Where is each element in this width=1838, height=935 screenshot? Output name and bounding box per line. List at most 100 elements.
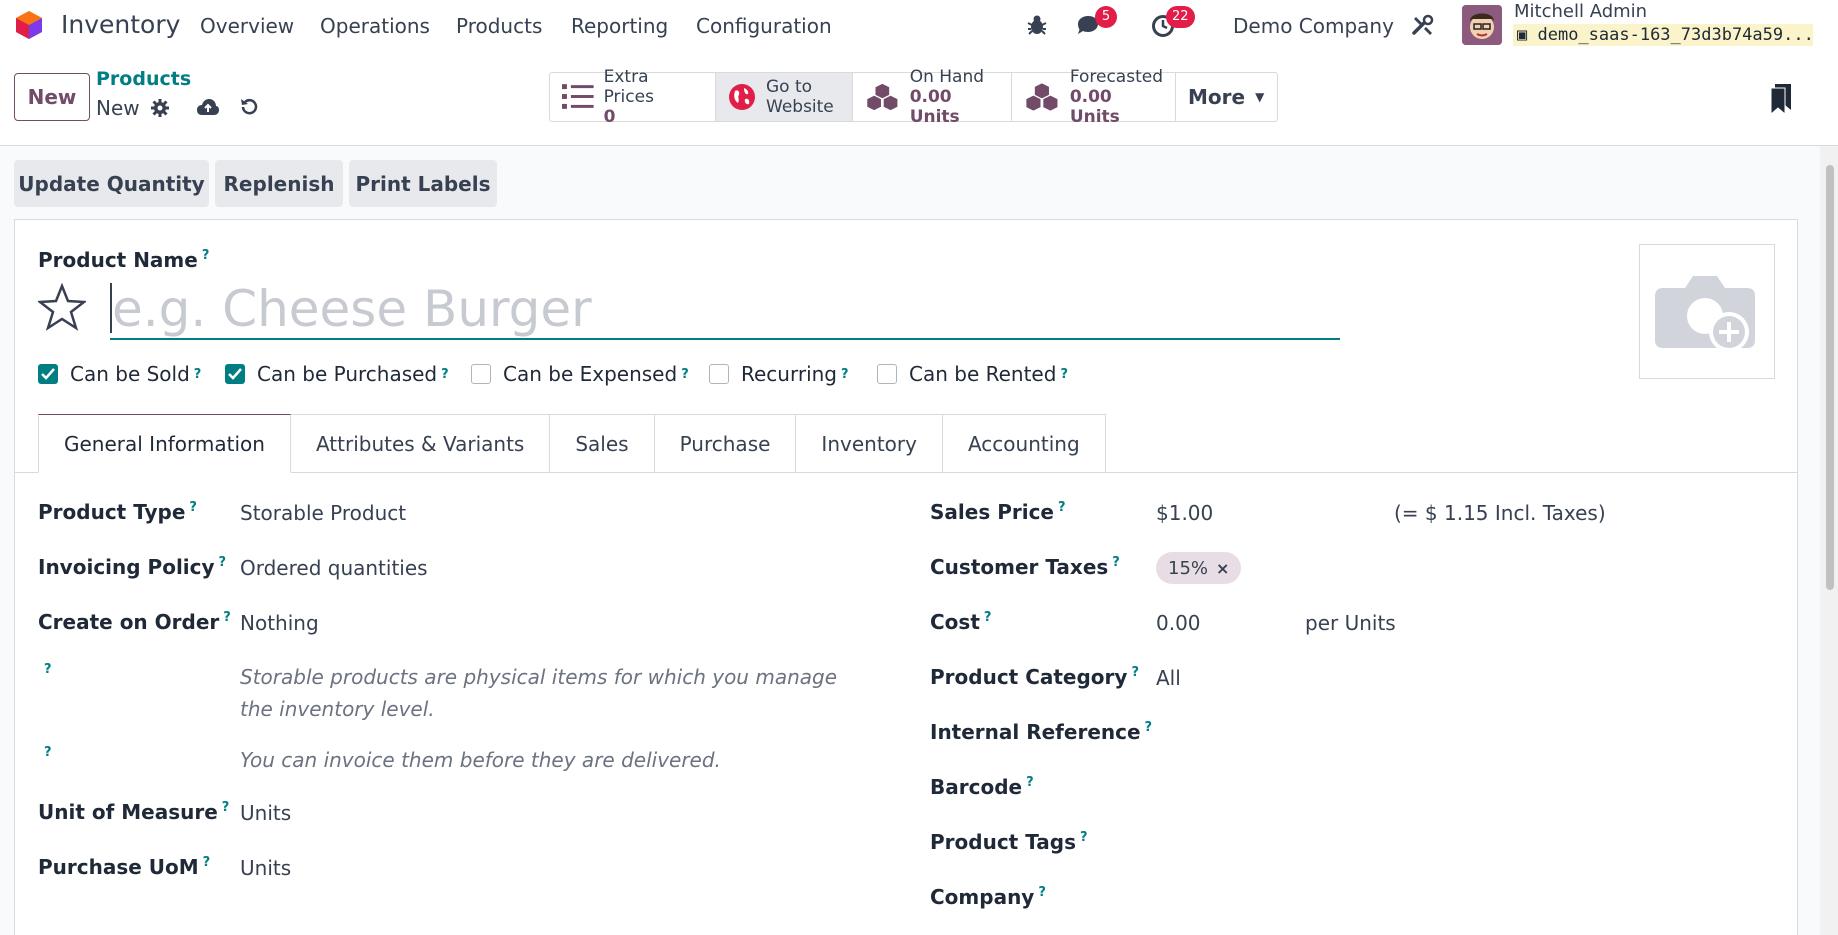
gear-icon[interactable] [151,99,169,117]
top-navbar: Inventory Overview Operations Products R… [0,0,1838,52]
inventory-app-icon[interactable] [13,9,45,41]
can-be-expensed-checkbox[interactable]: Can be Expensed? [471,362,689,386]
can-be-sold-checkbox[interactable]: Can be Sold? [38,362,201,386]
internal-reference-label-text: Internal Reference [930,720,1141,744]
help-icon[interactable]: ? [222,800,230,815]
breadcrumb-products[interactable]: Products [96,68,191,90]
scrollbar-thumb[interactable] [1826,165,1834,590]
create-on-order-field[interactable]: Nothing [240,611,319,635]
tab-general-information[interactable]: General Information [38,414,291,473]
checkbox-unchecked[interactable] [471,364,491,384]
new-record-button[interactable]: New [14,73,90,121]
unit-of-measure-field[interactable]: Units [240,801,291,825]
can-be-sold-label: Can be Sold [70,362,190,386]
product-image-upload[interactable] [1639,244,1775,379]
purchase-uom-field[interactable]: Units [240,856,291,880]
company-switcher[interactable]: Demo Company [1233,14,1394,38]
go-to-website-smart-button[interactable]: Go to Website [716,73,853,121]
extra-prices-value: 0 [603,107,616,127]
help-icon[interactable]: ? [841,367,849,382]
help-icon[interactable]: ? [1058,500,1066,515]
help-icon[interactable]: ? [189,500,197,515]
help-icon[interactable]: ? [223,610,231,625]
help-icon[interactable]: ? [44,745,52,760]
user-avatar[interactable] [1462,5,1502,45]
cubes-icon [866,82,899,112]
invoice-help-text: You can invoice them before they are del… [240,748,721,772]
on-hand-smart-button[interactable]: On Hand 0.00 Units [853,67,1012,127]
save-cloud-icon[interactable] [196,97,220,117]
forecasted-value: 0.00 Units [1069,87,1120,127]
print-labels-button[interactable]: Print Labels [349,160,497,207]
product-name-input[interactable] [110,280,1340,340]
database-icon: ▣ [1517,25,1538,45]
checkbox-unchecked[interactable] [877,364,897,384]
menu-overview[interactable]: Overview [200,14,294,38]
tab-purchase[interactable]: Purchase [654,414,797,473]
help-icon[interactable]: ? [984,610,992,625]
can-be-rented-checkbox[interactable]: Can be Rented? [877,362,1068,386]
update-quantity-button[interactable]: Update Quantity [14,160,209,207]
help-icon[interactable]: ? [1060,367,1068,382]
settings-tools-icon[interactable] [1411,14,1435,38]
checkbox-checked[interactable] [225,364,245,384]
more-dropdown-button[interactable]: More ▼ [1176,73,1277,121]
user-name[interactable]: Mitchell Admin [1514,1,1647,22]
internal-reference-label: Internal Reference? [930,720,1152,744]
app-name[interactable]: Inventory [61,10,180,39]
unit-of-measure-label-text: Unit of Measure [38,800,218,824]
recurring-checkbox[interactable]: Recurring? [709,362,849,386]
help-icon[interactable]: ? [1131,665,1139,680]
tab-sales[interactable]: Sales [550,414,655,473]
tab-inventory[interactable]: Inventory [796,414,943,473]
help-icon[interactable]: ? [1145,720,1153,735]
help-icon[interactable]: ? [1080,830,1088,845]
check-icon [41,368,55,380]
help-icon[interactable]: ? [1112,555,1120,570]
help-icon[interactable]: ? [1038,885,1046,900]
globe-icon [729,84,755,110]
bookmark-icon[interactable] [1771,84,1791,114]
create-on-order-label: Create on Order? [38,610,231,634]
sales-price-field[interactable]: $1.00 [1156,501,1213,525]
invoicing-policy-label: Invoicing Policy? [38,555,226,579]
help-icon[interactable]: ? [1026,775,1034,790]
checkbox-checked[interactable] [38,364,58,384]
forecasted-smart-button[interactable]: Forecasted 0.00 Units [1012,67,1176,127]
product-type-label: Product Type? [38,500,197,524]
customer-taxes-label-text: Customer Taxes [930,555,1109,579]
menu-configuration[interactable]: Configuration [696,14,832,38]
menu-operations[interactable]: Operations [320,14,430,38]
remove-tag-icon[interactable]: × [1216,559,1229,578]
product-name-label-text: Product Name [38,248,198,272]
extra-prices-smart-button[interactable]: Extra Prices 0 [550,67,716,127]
can-be-purchased-checkbox[interactable]: Can be Purchased? [225,362,449,386]
favorite-star-icon[interactable] [38,283,86,331]
caret-down-icon: ▼ [1255,90,1265,104]
invoicing-policy-label-text: Invoicing Policy [38,555,215,579]
product-type-field[interactable]: Storable Product [240,501,406,525]
replenish-button[interactable]: Replenish [215,160,343,207]
menu-reporting[interactable]: Reporting [571,14,668,38]
menu-products[interactable]: Products [456,14,542,38]
help-icon[interactable]: ? [219,555,227,570]
tab-attributes-variants[interactable]: Attributes & Variants [290,414,551,473]
discard-undo-icon[interactable] [239,97,259,117]
camera-plus-icon [1655,275,1755,352]
invoicing-policy-field[interactable]: Ordered quantities [240,556,428,580]
cost-field[interactable]: 0.00 [1156,611,1201,635]
tab-accounting[interactable]: Accounting [942,414,1106,473]
barcode-label-text: Barcode [930,775,1023,799]
product-category-field[interactable]: All [1156,666,1181,690]
help-icon[interactable]: ? [202,248,210,263]
help-icon[interactable]: ? [194,367,202,382]
debug-bug-icon[interactable] [1026,14,1048,36]
help-icon[interactable]: ? [441,367,449,382]
help-icon[interactable]: ? [681,367,689,382]
product-tags-label-text: Product Tags [930,830,1076,854]
help-icon[interactable]: ? [203,855,211,870]
tax-tag: 15% × [1156,552,1242,584]
help-icon[interactable]: ? [44,662,52,677]
checkbox-unchecked[interactable] [709,364,729,384]
forecasted-label: Forecasted [1069,67,1163,87]
